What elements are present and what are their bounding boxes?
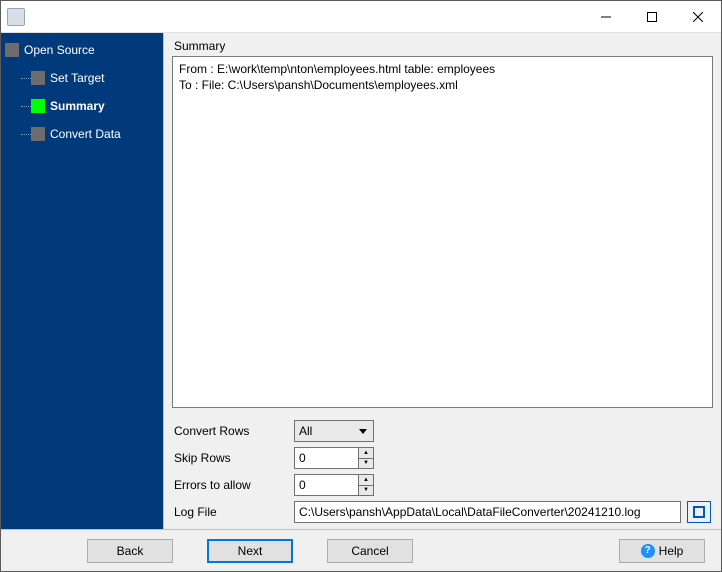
help-button[interactable]: ? Help (619, 539, 705, 563)
tree-connector (21, 106, 31, 107)
spin-up-icon[interactable]: ▲ (359, 448, 373, 459)
convert-rows-label: Convert Rows (174, 424, 294, 438)
spinner-buttons[interactable]: ▲ ▼ (358, 447, 374, 469)
minimize-button[interactable] (583, 1, 629, 32)
errors-input[interactable] (294, 474, 358, 496)
step-icon (31, 71, 45, 85)
cancel-button[interactable]: Cancel (327, 539, 413, 563)
sidebar-item-label: Set Target (50, 71, 104, 85)
tree-connector (21, 134, 31, 135)
spin-down-icon[interactable]: ▼ (359, 459, 373, 469)
spinner-buttons[interactable]: ▲ ▼ (358, 474, 374, 496)
convert-rows-select[interactable]: All (294, 420, 374, 442)
wizard-footer: Back Next Cancel ? Help (1, 529, 721, 571)
sidebar-item-convert-data[interactable]: Convert Data (21, 125, 159, 143)
errors-label: Errors to allow (174, 478, 294, 492)
skip-rows-input[interactable] (294, 447, 358, 469)
browse-icon (693, 506, 705, 518)
back-button[interactable]: Back (87, 539, 173, 563)
titlebar (1, 1, 721, 33)
wizard-sidebar: Open Source Set Target Summary Convert D… (1, 33, 163, 529)
step-icon-active (31, 99, 45, 113)
convert-rows-value: All (299, 424, 312, 438)
sidebar-item-label: Convert Data (50, 127, 121, 141)
summary-textarea[interactable]: From : E:\work\temp\nton\employees.html … (172, 56, 713, 408)
sidebar-item-set-target[interactable]: Set Target (21, 69, 159, 87)
help-icon: ? (641, 544, 655, 558)
sidebar-item-summary[interactable]: Summary (21, 97, 159, 115)
window-controls (583, 1, 721, 32)
summary-title: Summary (172, 37, 713, 56)
logfile-label: Log File (174, 505, 294, 519)
maximize-button[interactable] (629, 1, 675, 32)
summary-section: Summary From : E:\work\temp\nton\employe… (164, 33, 721, 412)
spin-down-icon[interactable]: ▼ (359, 486, 373, 496)
sidebar-item-label: Summary (50, 99, 105, 113)
step-icon (31, 127, 45, 141)
logfile-browse-button[interactable] (687, 501, 711, 523)
tree-connector (21, 78, 31, 79)
spin-up-icon[interactable]: ▲ (359, 475, 373, 486)
next-button[interactable]: Next (207, 539, 293, 563)
sidebar-item-label: Open Source (24, 43, 95, 57)
app-icon (7, 8, 25, 26)
app-window: Open Source Set Target Summary Convert D… (0, 0, 722, 572)
main-panel: Summary From : E:\work\temp\nton\employe… (163, 33, 721, 529)
skip-rows-label: Skip Rows (174, 451, 294, 465)
logfile-input[interactable] (294, 501, 681, 523)
skip-rows-spinner[interactable]: ▲ ▼ (294, 447, 374, 469)
options-grid: Convert Rows All Skip Rows ▲ ▼ (164, 412, 721, 529)
step-icon (5, 43, 19, 57)
sidebar-item-open-source[interactable]: Open Source (5, 41, 159, 59)
close-button[interactable] (675, 1, 721, 32)
body: Open Source Set Target Summary Convert D… (1, 33, 721, 529)
errors-spinner[interactable]: ▲ ▼ (294, 474, 374, 496)
